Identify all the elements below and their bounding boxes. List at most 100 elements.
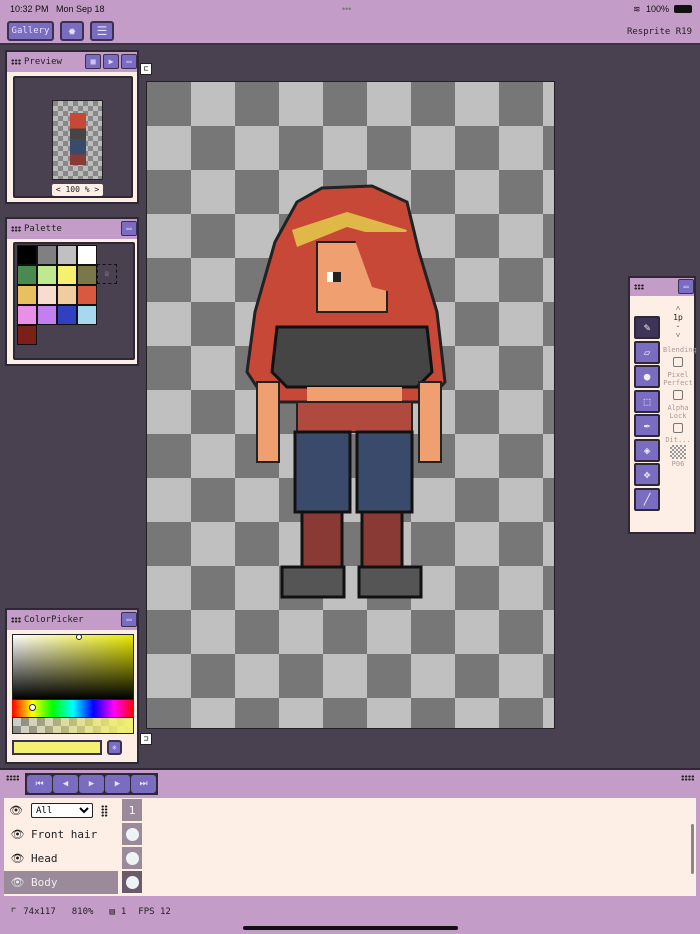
status-date: Mon Sep 18 — [56, 4, 105, 14]
frames-icon: ▤ — [109, 907, 115, 917]
grip-icon[interactable] — [11, 59, 21, 65]
palette-swatch[interactable] — [17, 245, 37, 265]
palette-swatch[interactable] — [17, 325, 37, 345]
saturation-value-field[interactable] — [12, 634, 134, 700]
gallery-button[interactable]: Gallery — [7, 21, 54, 41]
app-version: Resprite R19 — [626, 27, 692, 37]
fill-bucket-icon[interactable]: ◈ — [634, 438, 660, 462]
alpha-slider[interactable] — [12, 717, 134, 734]
scrollbar[interactable] — [691, 824, 694, 874]
current-color-swatch[interactable] — [12, 740, 102, 755]
palette-header[interactable]: Palette — [7, 219, 137, 239]
dither-pattern-icon[interactable] — [670, 445, 686, 459]
palette-panel: Palette ▭ ♕ — [5, 217, 139, 366]
preview-zoom-control[interactable]: < 100 % > — [52, 184, 103, 196]
palette-swatch[interactable] — [17, 285, 37, 305]
play-icon[interactable]: ▶ — [79, 775, 104, 793]
blending-checkbox[interactable] — [673, 357, 683, 367]
layer-filter-select[interactable]: All — [31, 803, 93, 818]
preview-thumbnail — [52, 100, 103, 180]
palette-swatch[interactable] — [57, 245, 77, 265]
palette-swatch[interactable] — [57, 285, 77, 305]
palette-swatch[interactable] — [77, 285, 97, 305]
alpha-lock-checkbox[interactable] — [673, 423, 683, 433]
last-frame-icon[interactable]: ⏭ — [131, 775, 156, 793]
palette-swatch[interactable] — [57, 265, 77, 285]
selection-icon[interactable]: ⬚ — [634, 389, 660, 413]
layer-cel[interactable] — [122, 847, 142, 869]
wifi-icon: ≋ — [633, 4, 641, 14]
canvas-resize-handle-bottom[interactable]: ⊐ — [140, 733, 152, 745]
shading-icon[interactable]: ● — [634, 365, 660, 388]
layer-row[interactable]: 👁 Front hair — [4, 823, 118, 846]
drag-handle-icon[interactable] — [101, 804, 108, 817]
palette-swatch[interactable] — [37, 265, 57, 285]
add-color-slot[interactable]: ♕ — [97, 264, 117, 284]
layer-row[interactable]: 👁 Head — [4, 847, 118, 870]
alpha-lock-label: Alpha Lock — [667, 404, 689, 420]
top-bar: 10:32 PM Mon Sep 18 ••• ≋ 100% Gallery ✹… — [0, 0, 700, 45]
panel-menu-icon[interactable]: ▭ — [121, 54, 137, 69]
layers-filter-row: 👁 All — [9, 799, 108, 822]
layer-cel[interactable] — [122, 823, 142, 845]
panel-menu-icon[interactable]: ▭ — [678, 279, 694, 294]
blending-label: Blending — [663, 346, 697, 354]
palette-swatch[interactable] — [37, 245, 57, 265]
layer-row[interactable]: 👁 Body — [4, 871, 118, 894]
grip-icon[interactable] — [681, 775, 694, 781]
layer-cel[interactable] — [122, 871, 142, 893]
eyedropper-settings-icon[interactable]: ✳ — [107, 740, 122, 755]
grid-icon[interactable]: ▦ — [85, 54, 101, 69]
eyedropper-icon[interactable]: ✒ — [634, 414, 660, 437]
pattern-label[interactable]: P06 — [663, 460, 693, 468]
pencil-icon[interactable]: ✎ — [634, 316, 660, 339]
move-icon[interactable]: ✥ — [634, 463, 660, 486]
canvas-size-icon: ⌜ — [10, 905, 18, 919]
canvas-resize-handle-top[interactable]: ⊏ — [140, 63, 152, 75]
frame-count: 1 — [120, 907, 127, 917]
next-frame-icon[interactable]: ▶ — [105, 775, 130, 793]
pixel-perfect-label: Pixel Perfect — [663, 371, 693, 387]
palette-swatch[interactable] — [37, 285, 57, 305]
fps[interactable]: FPS 12 — [138, 907, 171, 917]
hue-slider[interactable] — [12, 700, 134, 717]
brush-size-stepper[interactable]: ˄ 1p · ˅ — [663, 304, 693, 340]
play-icon[interactable]: ▶ — [103, 54, 119, 69]
preview-area: < 100 % > — [13, 76, 133, 198]
palette-swatch[interactable] — [37, 305, 57, 325]
eye-icon[interactable]: 👁 — [9, 804, 31, 817]
pixel-perfect-checkbox[interactable] — [673, 390, 683, 400]
frame-number[interactable]: 1 — [122, 799, 142, 821]
palette-swatch[interactable] — [57, 305, 77, 325]
eye-icon[interactable]: 👁 — [4, 828, 31, 841]
colorpicker-header[interactable]: ColorPicker — [7, 610, 137, 630]
palette-title: Palette — [24, 224, 62, 234]
palette-swatch[interactable] — [17, 305, 37, 325]
sliders-icon[interactable]: ☰ — [90, 21, 114, 41]
grip-icon[interactable] — [11, 226, 21, 232]
palette-swatch[interactable] — [77, 245, 97, 265]
eye-icon[interactable]: 👁 — [4, 876, 31, 889]
gear-icon[interactable]: ✹ — [60, 21, 84, 41]
drawing-canvas[interactable] — [146, 81, 555, 729]
palette-swatch[interactable] — [17, 265, 37, 285]
first-frame-icon[interactable]: ⏮ — [27, 775, 52, 793]
colorpicker-title: ColorPicker — [24, 615, 84, 625]
palette-swatches: ♕ — [13, 242, 135, 360]
dither-label[interactable]: Dit... — [663, 436, 693, 444]
eye-icon[interactable]: 👁 — [4, 852, 31, 865]
grip-icon[interactable] — [634, 284, 644, 290]
preview-panel: Preview ▦ ▶ ▭ < 100 % > — [5, 50, 139, 204]
panel-menu-icon[interactable]: ▭ — [121, 612, 137, 627]
panel-menu-icon[interactable]: ▭ — [121, 221, 137, 236]
zoom-level: 810% — [71, 907, 94, 917]
status-footer: ⌜ 74x117 810% ▤ 1 FPS 12 — [10, 905, 171, 919]
prev-frame-icon[interactable]: ◀ — [53, 775, 78, 793]
grip-icon[interactable] — [11, 617, 21, 623]
palette-swatch[interactable] — [77, 265, 97, 285]
line-icon[interactable]: ╱ — [634, 487, 660, 511]
canvas-size: 74x117 — [23, 907, 56, 917]
palette-swatch[interactable] — [77, 305, 97, 325]
grip-icon[interactable] — [6, 775, 19, 781]
eraser-icon[interactable]: ▱ — [634, 340, 660, 364]
